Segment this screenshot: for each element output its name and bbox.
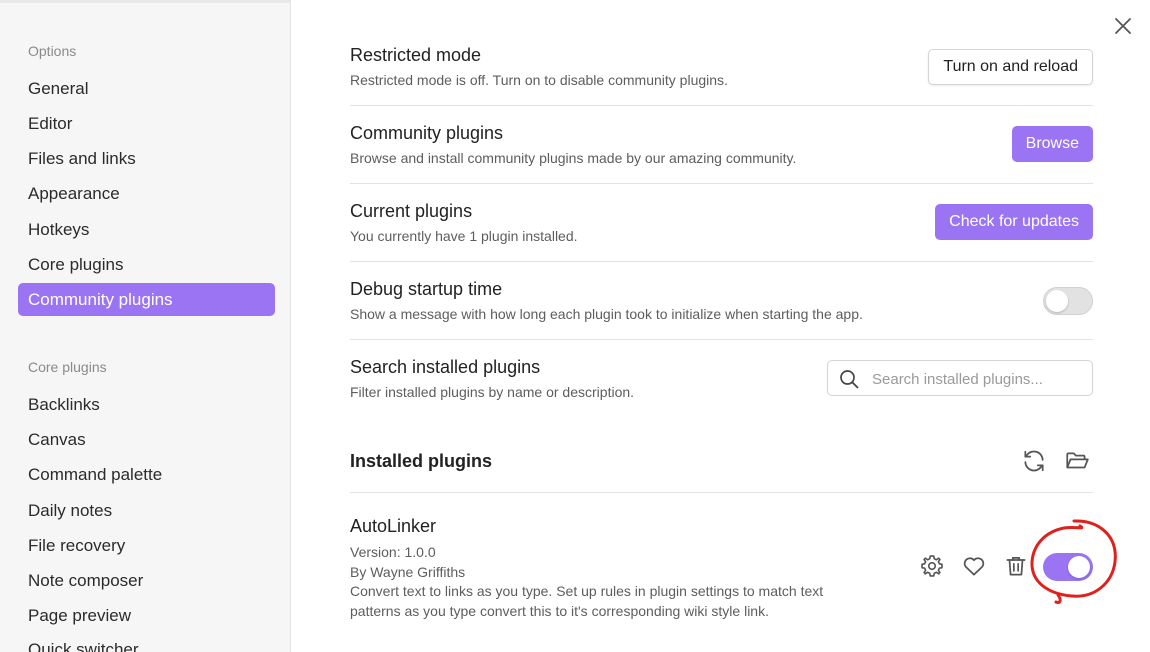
- debug-startup-toggle[interactable]: [1043, 287, 1093, 315]
- turn-on-and-reload-button[interactable]: Turn on and reload: [928, 49, 1093, 85]
- toggle-knob: [1046, 290, 1068, 312]
- setting-description: Restricted mode is off. Turn on to disab…: [350, 72, 728, 88]
- sidebar-item-editor[interactable]: Editor: [18, 107, 275, 140]
- plugin-uninstall-button[interactable]: [1003, 553, 1029, 579]
- options-heading: Options: [28, 43, 77, 59]
- plugin-version: Version: 1.0.0: [350, 544, 436, 560]
- plugin-name: AutoLinker: [350, 516, 437, 536]
- setting-name: Community plugins: [350, 123, 504, 143]
- sidebar-item-community-plugins[interactable]: Community plugins: [18, 283, 275, 316]
- check-for-updates-button[interactable]: Check for updates: [935, 204, 1093, 240]
- sidebar-item-core-plugins[interactable]: Core plugins: [18, 248, 275, 281]
- close-button[interactable]: [1111, 14, 1135, 38]
- setting-description: You currently have 1 plugin installed.: [350, 228, 578, 244]
- setting-name: Current plugins: [350, 201, 473, 221]
- sidebar-item-general[interactable]: General: [18, 72, 275, 105]
- setting-name: Restricted mode: [350, 45, 482, 65]
- setting-name: Debug startup time: [350, 279, 503, 299]
- sidebar-item-hotkeys[interactable]: Hotkeys: [18, 213, 275, 246]
- installed-plugins-heading: Installed plugins: [350, 451, 493, 471]
- sidebar-item-daily-notes[interactable]: Daily notes: [18, 494, 275, 527]
- folder-open-icon: [1066, 452, 1089, 469]
- close-icon: [1115, 18, 1131, 34]
- sidebar-item-canvas[interactable]: Canvas: [18, 423, 275, 456]
- sidebar-item-page-preview[interactable]: Page preview: [18, 599, 275, 632]
- sidebar-item-files-and-links[interactable]: Files and links: [18, 142, 275, 175]
- settings-sidebar: Options General Editor Files and links A…: [0, 0, 291, 652]
- sidebar-item-quick-switcher[interactable]: Quick switcher: [18, 633, 275, 652]
- search-installed-plugins-input[interactable]: [872, 368, 1082, 390]
- setting-debug-startup-time: Debug startup time Show a message with h…: [350, 279, 1093, 339]
- setting-restricted-mode: Restricted mode Restricted mode is off. …: [350, 45, 1093, 105]
- sidebar-item-appearance[interactable]: Appearance: [18, 177, 275, 210]
- divider: [350, 183, 1093, 184]
- browse-button[interactable]: Browse: [1011, 126, 1093, 162]
- setting-description: Filter installed plugins by name or desc…: [350, 384, 635, 400]
- window-top-edge: [0, 0, 290, 3]
- reload-plugins-button[interactable]: [1021, 448, 1047, 474]
- divider: [350, 339, 1093, 340]
- refresh-icon: [1024, 450, 1044, 472]
- trash-icon: [1006, 557, 1026, 576]
- sidebar-item-command-palette[interactable]: Command palette: [18, 458, 275, 491]
- plugin-author: By Wayne Griffiths: [350, 564, 466, 580]
- heart-icon: [963, 557, 985, 576]
- setting-description: Browse and install community plugins mad…: [350, 150, 797, 166]
- core-plugins-heading: Core plugins: [28, 359, 107, 375]
- divider: [350, 492, 1093, 493]
- open-plugins-folder-button[interactable]: [1064, 448, 1090, 474]
- plugin-options-button[interactable]: [919, 553, 945, 579]
- sidebar-item-note-composer[interactable]: Note composer: [18, 564, 275, 597]
- setting-description: Show a message with how long each plugin…: [350, 306, 863, 322]
- gear-icon: [921, 555, 943, 577]
- toggle-knob: [1068, 556, 1090, 578]
- sidebar-item-backlinks[interactable]: Backlinks: [18, 388, 275, 421]
- plugin-enable-toggle[interactable]: [1043, 553, 1093, 581]
- setting-community-plugins: Community plugins Browse and install com…: [350, 123, 1093, 183]
- search-icon: [840, 370, 859, 389]
- plugin-favorite-button[interactable]: [961, 553, 987, 579]
- search-installed-plugins-box[interactable]: [827, 360, 1093, 396]
- sidebar-item-file-recovery[interactable]: File recovery: [18, 529, 275, 562]
- divider: [350, 261, 1093, 262]
- setting-name: Search installed plugins: [350, 357, 541, 377]
- setting-current-plugins: Current plugins You currently have 1 plu…: [350, 201, 1093, 261]
- plugin-description: Convert text to links as you type. Set u…: [350, 583, 824, 619]
- divider: [350, 105, 1093, 106]
